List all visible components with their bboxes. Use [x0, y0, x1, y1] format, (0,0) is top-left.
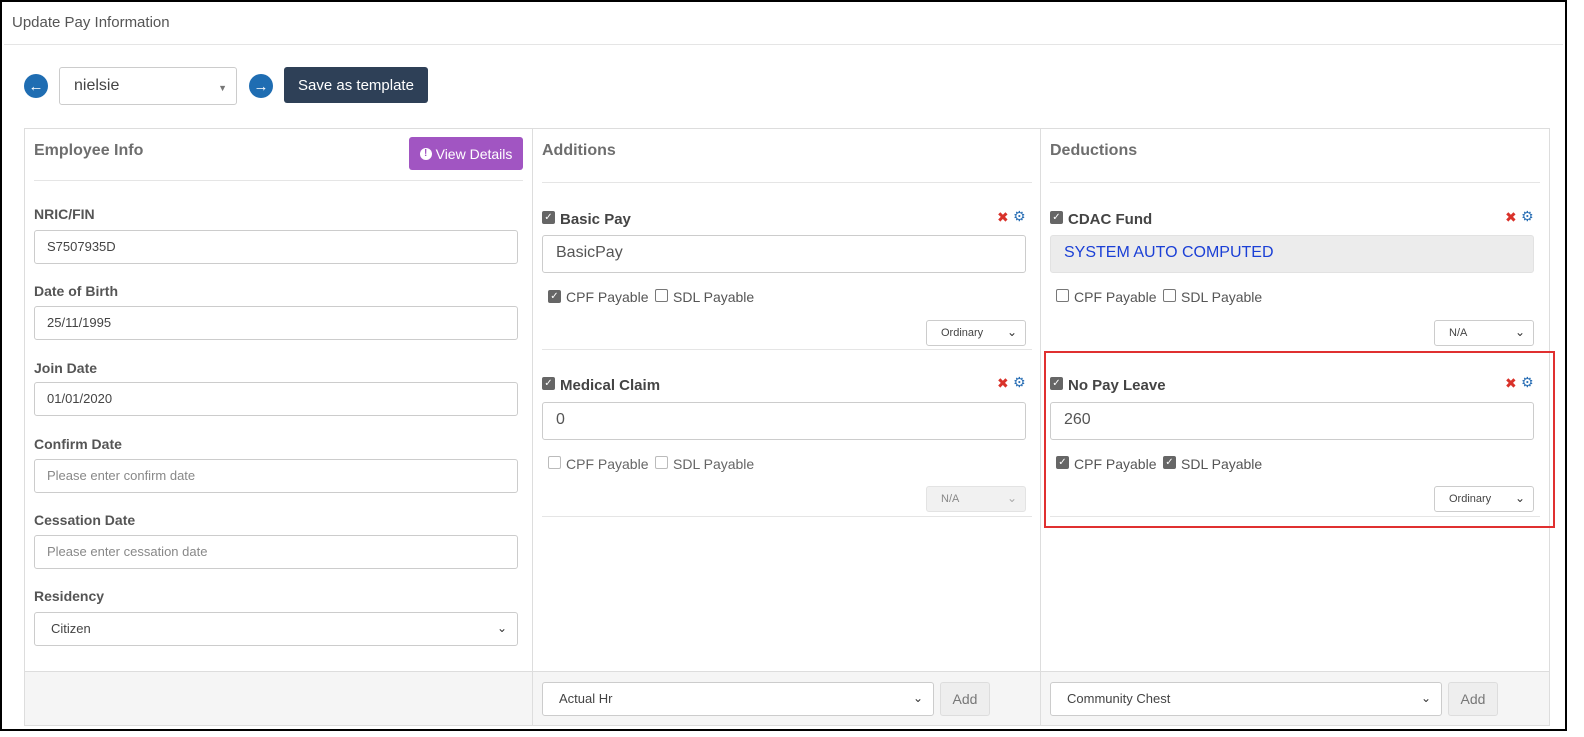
section-divider [34, 180, 523, 181]
panel-footer: Actual Hr ⌄ Add Community Chest ⌄ Add [25, 671, 1549, 725]
next-employee-icon[interactable]: → [249, 74, 273, 98]
column-divider [532, 129, 533, 725]
page-title: Update Pay Information [12, 14, 170, 31]
remove-icon[interactable]: ✖ [1505, 375, 1517, 392]
remove-icon[interactable]: ✖ [1505, 209, 1517, 226]
save-as-template-button[interactable]: Save as template [284, 67, 428, 103]
caret-down-icon: ▼ [218, 83, 227, 93]
no-pay-leave-checkbox[interactable]: ✓ [1050, 377, 1063, 390]
chevron-down-icon: ⌄ [1514, 325, 1525, 339]
no-pay-leave-sdl-label: SDL Payable [1181, 456, 1263, 472]
cessation-date-input[interactable]: Please enter cessation date [34, 535, 518, 569]
basic-pay-checkbox[interactable]: ✓ [542, 211, 555, 224]
employee-info-heading: Employee Info [34, 142, 144, 159]
chevron-down-icon: ⌄ [496, 621, 507, 635]
cdac-fund-input: SYSTEM AUTO COMPUTED [1050, 235, 1534, 273]
residency-label: Residency [34, 588, 105, 604]
no-pay-leave-sdl-checkbox[interactable]: ✓ [1163, 456, 1176, 469]
no-pay-leave-cpf-label: CPF Payable [1074, 456, 1157, 472]
medical-claim-title: Medical Claim [560, 377, 661, 394]
medical-claim-checkbox[interactable]: ✓ [542, 377, 555, 390]
view-details-button[interactable]: ! View Details [409, 137, 523, 170]
cdac-fund-type-value: N/A [1449, 327, 1468, 339]
add-addition-value: Actual Hr [559, 691, 613, 706]
employee-select[interactable]: nielsie ▼ [59, 67, 237, 105]
chevron-down-icon: ⌄ [912, 691, 923, 705]
cdac-fund-cpf-label: CPF Payable [1074, 289, 1157, 305]
gear-icon[interactable]: ⚙ [1013, 208, 1026, 225]
pay-info-panel: Employee Info ! View Details NRIC/FIN S7… [24, 128, 1555, 726]
nric-label: NRIC/FIN [34, 206, 95, 222]
basic-pay-input[interactable]: BasicPay [542, 235, 1026, 273]
chevron-down-icon: ⌄ [1006, 325, 1017, 339]
chevron-down-icon: ⌄ [1514, 491, 1525, 505]
basic-pay-title: Basic Pay [560, 211, 631, 228]
medical-claim-input[interactable]: 0 [542, 402, 1026, 440]
residency-select[interactable]: Citizen ⌄ [34, 612, 518, 646]
residency-value: Citizen [51, 621, 91, 636]
item-divider [542, 349, 1032, 350]
medical-claim-sdl-checkbox [655, 456, 668, 469]
additions-heading: Additions [542, 142, 616, 159]
chevron-down-icon: ⌄ [1006, 491, 1017, 505]
info-icon: ! [419, 147, 432, 160]
add-deduction-value: Community Chest [1067, 691, 1171, 706]
basic-pay-cpf-checkbox[interactable]: ✓ [548, 290, 561, 303]
basic-pay-sdl-label: SDL Payable [673, 289, 755, 305]
chevron-down-icon: ⌄ [1420, 691, 1431, 705]
confirm-date-label: Confirm Date [34, 436, 122, 452]
medical-claim-type-value: N/A [941, 493, 960, 505]
column-divider [1040, 129, 1041, 725]
cdac-fund-sdl-label: SDL Payable [1181, 289, 1263, 305]
add-deduction-button[interactable]: Add [1448, 682, 1498, 716]
previous-employee-icon[interactable]: ← [24, 74, 48, 98]
cessation-date-label: Cessation Date [34, 512, 136, 528]
dob-label: Date of Birth [34, 283, 118, 299]
no-pay-leave-type-select[interactable]: Ordinary ⌄ [1434, 486, 1534, 512]
nric-input[interactable]: S7507935D [34, 230, 518, 264]
gear-icon[interactable]: ⚙ [1521, 208, 1534, 225]
medical-claim-cpf-label: CPF Payable [566, 456, 649, 472]
no-pay-leave-input[interactable]: 260 [1050, 402, 1534, 440]
no-pay-leave-type-value: Ordinary [1449, 493, 1492, 505]
column-divider [532, 672, 533, 725]
cdac-fund-type-select[interactable]: N/A ⌄ [1434, 320, 1534, 346]
deductions-heading: Deductions [1050, 142, 1138, 159]
gear-icon[interactable]: ⚙ [1013, 374, 1026, 391]
add-deduction-select[interactable]: Community Chest ⌄ [1050, 682, 1442, 716]
update-pay-window: Update Pay Information ← nielsie ▼ → Sav… [0, 0, 1567, 731]
join-date-input[interactable]: 01/01/2020 [34, 382, 518, 416]
section-divider [542, 182, 1032, 183]
medical-claim-type-select: N/A ⌄ [926, 486, 1026, 512]
remove-icon[interactable]: ✖ [997, 209, 1009, 226]
add-addition-select[interactable]: Actual Hr ⌄ [542, 682, 934, 716]
basic-pay-cpf-label: CPF Payable [566, 289, 649, 305]
basic-pay-type-value: Ordinary [941, 327, 984, 339]
employee-select-value: nielsie [74, 77, 120, 94]
remove-icon[interactable]: ✖ [997, 375, 1009, 392]
cdac-fund-cpf-checkbox[interactable] [1056, 289, 1069, 302]
cdac-fund-checkbox[interactable]: ✓ [1050, 211, 1063, 224]
item-divider [1050, 516, 1540, 517]
no-pay-leave-title: No Pay Leave [1068, 377, 1166, 394]
item-divider [542, 516, 1032, 517]
dob-input[interactable]: 25/11/1995 [34, 306, 518, 340]
medical-claim-sdl-label: SDL Payable [673, 456, 755, 472]
no-pay-leave-cpf-checkbox[interactable]: ✓ [1056, 456, 1069, 469]
gear-icon[interactable]: ⚙ [1521, 374, 1534, 391]
confirm-date-input[interactable]: Please enter confirm date [34, 459, 518, 493]
add-addition-button[interactable]: Add [940, 682, 990, 716]
join-date-label: Join Date [34, 360, 98, 376]
cdac-fund-sdl-checkbox[interactable] [1163, 289, 1176, 302]
cdac-fund-title: CDAC Fund [1068, 211, 1153, 228]
medical-claim-cpf-checkbox [548, 456, 561, 469]
view-details-label: View Details [435, 145, 513, 162]
title-divider [4, 44, 1563, 45]
section-divider [1050, 182, 1540, 183]
basic-pay-type-select[interactable]: Ordinary ⌄ [926, 320, 1026, 346]
basic-pay-sdl-checkbox[interactable] [655, 289, 668, 302]
column-divider [1040, 672, 1041, 725]
